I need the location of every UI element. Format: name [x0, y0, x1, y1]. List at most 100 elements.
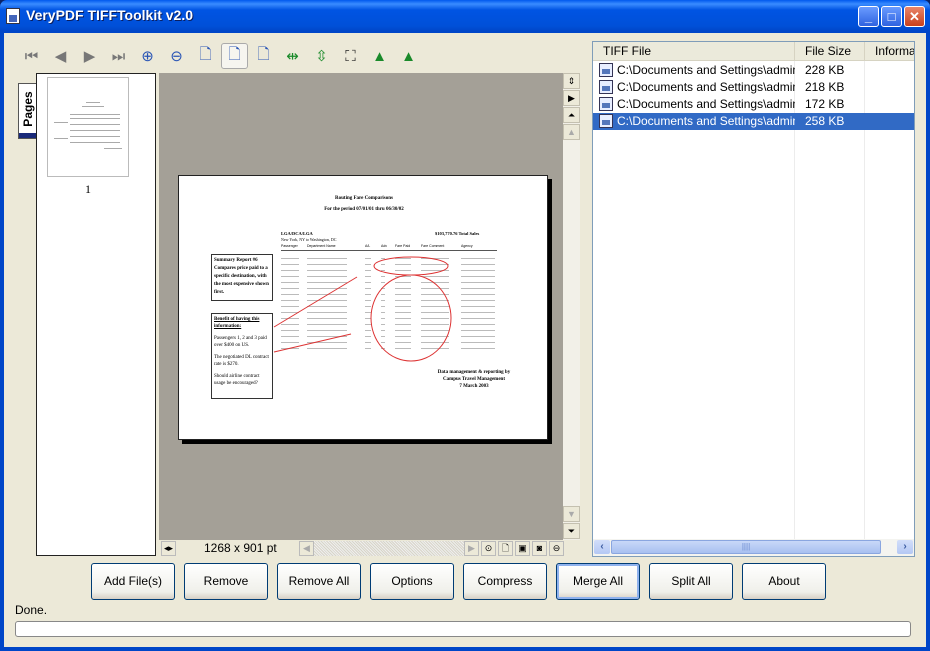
- client-area: ⏮ ◀ ▶ ⏭ ⊕ ⊖ 🗋 🗋 🗋 ⇹ ⇳ ⛶ ▲ ▲ Pages 1 Rout…: [4, 33, 926, 647]
- tiff-file-icon: [599, 97, 613, 111]
- app-icon: [6, 8, 20, 24]
- pages-tab-label: Pages: [21, 91, 35, 127]
- scroll-bottom-icon[interactable]: ⏷: [563, 523, 580, 539]
- flip-vertical-icon: ⇳: [315, 48, 328, 65]
- scroll-thumb[interactable]: ||||: [611, 540, 881, 554]
- actual-size-icon: 🗋: [199, 45, 212, 63]
- doc-footer: Data management & reporting by Campus Tr…: [419, 369, 529, 390]
- file-info: [865, 79, 914, 96]
- file-path: C:\Documents and Settings\admin...: [617, 80, 795, 94]
- file-list[interactable]: TIFF File File Size Informati C:\Documen…: [592, 41, 915, 557]
- tab-indicator: [19, 133, 36, 138]
- maximize-button[interactable]: □: [881, 6, 902, 27]
- action-buttons: Add File(s) Remove Remove All Options Compre…: [91, 563, 826, 600]
- viewer-toolbar: ⏮ ◀ ▶ ⏭ ⊕ ⊖ 🗋 🗋 🗋 ⇹ ⇳ ⛶ ▲ ▲: [18, 43, 422, 69]
- doc-annotations: [273, 256, 452, 362]
- compress-button[interactable]: Compress: [463, 563, 547, 600]
- viewer-vertical-scrollbar[interactable]: ⇕ ▶ ⏶ ▲ ▼ ⏷: [563, 73, 580, 540]
- file-path: C:\Documents and Settings\admin...: [617, 97, 795, 111]
- previous-page-button[interactable]: ◀: [47, 43, 74, 69]
- actual-size-small-icon[interactable]: 🗋: [498, 541, 513, 556]
- zoom-in-icon: ⊕: [141, 48, 154, 65]
- zoom-out-button[interactable]: ⊖: [163, 43, 190, 69]
- horizontal-scroll-track[interactable]: [314, 541, 464, 556]
- fit-page-button[interactable]: 🗋: [221, 43, 248, 69]
- scroll-up-icon[interactable]: ▲: [563, 124, 580, 140]
- zoom-out-small-icon[interactable]: ⊖: [549, 541, 564, 556]
- fit-page-small-icon[interactable]: ▣: [515, 541, 530, 556]
- last-page-icon: ⏭: [111, 47, 126, 65]
- close-button[interactable]: ✕: [904, 6, 925, 27]
- file-list-horizontal-scrollbar[interactable]: ‹ |||| ›: [593, 539, 914, 556]
- tiff-file-icon: [599, 80, 613, 94]
- title-bar[interactable]: VeryPDF TIFFToolkit v2.0 _ □ ✕: [0, 0, 930, 33]
- column-information[interactable]: Informati: [865, 42, 914, 61]
- flip-horizontal-icon: ⇹: [286, 48, 299, 65]
- scroll-left-icon[interactable]: ◀: [299, 541, 314, 556]
- file-list-header: TIFF File File Size Informati: [593, 42, 914, 61]
- file-list-row[interactable]: C:\Documents and Settings\admin... 258 KB: [593, 113, 914, 130]
- actual-size-button[interactable]: 🗋: [192, 43, 219, 69]
- previous-page-icon: ◀: [54, 48, 67, 65]
- doc-footer-line: Data management & reporting by: [437, 370, 511, 375]
- zoom-in-button[interactable]: ⊕: [134, 43, 161, 69]
- document-viewer[interactable]: Routing Fare Comparisons For the period …: [159, 73, 563, 540]
- next-page-button[interactable]: ▶: [76, 43, 103, 69]
- fit-width-icon: 🗋: [257, 45, 270, 63]
- document-page: Routing Fare Comparisons For the period …: [178, 175, 548, 440]
- fullscreen-button[interactable]: ⛶: [337, 43, 364, 69]
- pages-tab[interactable]: Pages: [18, 83, 36, 139]
- column-file-size[interactable]: File Size: [795, 42, 865, 61]
- scroll-top-icon[interactable]: ⏶: [563, 107, 580, 123]
- flip-vertical-button[interactable]: ⇳: [308, 43, 335, 69]
- window-title: VeryPDF TIFFToolkit v2.0: [26, 7, 194, 23]
- next-page-arrow-icon[interactable]: ▶: [563, 90, 580, 106]
- scroll-right-icon[interactable]: ▶: [464, 541, 479, 556]
- flip-horizontal-button[interactable]: ⇹: [279, 43, 306, 69]
- scroll-right-icon[interactable]: ›: [897, 540, 913, 554]
- rotate-left-button[interactable]: ▲: [366, 43, 393, 69]
- rotate-left-icon: ▲: [372, 47, 387, 65]
- scroll-down-icon[interactable]: ▼: [563, 506, 580, 522]
- scroll-both-icon[interactable]: ⇕: [563, 73, 580, 89]
- fit-width-button[interactable]: 🗋: [250, 43, 277, 69]
- scroll-left-icon[interactable]: ‹: [594, 540, 610, 554]
- doc-footer-line: Campus Travel Management: [442, 377, 506, 382]
- fullscreen-icon: ⛶: [345, 47, 356, 65]
- file-size: 228 KB: [805, 63, 845, 77]
- zoom-in-small-icon[interactable]: ⊙: [481, 541, 496, 556]
- file-info: [865, 96, 914, 113]
- progress-bar: [15, 621, 911, 637]
- first-page-button[interactable]: ⏮: [18, 43, 45, 69]
- file-size: 258 KB: [805, 114, 845, 128]
- file-info: [865, 62, 914, 79]
- page-thumbnail[interactable]: [47, 77, 129, 177]
- column-tiff-file[interactable]: TIFF File: [593, 42, 795, 61]
- thumbnail-panel: 1: [36, 73, 156, 556]
- file-list-row[interactable]: C:\Documents and Settings\admin... 172 KB: [593, 96, 914, 113]
- viewer-status-row: ◂▸ 1268 x 901 pt ◀ ▶ ⊙ 🗋 ▣ ◙ ⊖: [159, 540, 580, 557]
- minimize-button[interactable]: _: [858, 6, 879, 27]
- split-all-button[interactable]: Split All: [649, 563, 733, 600]
- next-page-icon: ▶: [83, 48, 96, 65]
- thumbnail-page-number: 1: [85, 182, 91, 196]
- fit-width-small-icon[interactable]: ◙: [532, 541, 547, 556]
- file-list-row[interactable]: C:\Documents and Settings\admin... 218 KB: [593, 79, 914, 96]
- rotate-right-button[interactable]: ▲: [395, 43, 422, 69]
- merge-all-button[interactable]: Merge All: [556, 563, 640, 600]
- remove-button[interactable]: Remove: [184, 563, 268, 600]
- app-window: VeryPDF TIFFToolkit v2.0 _ □ ✕ ⏮ ◀ ▶ ⏭ ⊕ ⊖ 🗋 🗋 🗋…: [0, 0, 930, 651]
- file-list-row[interactable]: C:\Documents and Settings\admin... 228 KB: [593, 62, 914, 79]
- file-path: C:\Documents and Settings\admin...: [617, 63, 795, 77]
- tiff-file-icon: [599, 63, 613, 77]
- split-handle-icon[interactable]: ◂▸: [161, 541, 176, 556]
- about-button[interactable]: About: [742, 563, 826, 600]
- file-size: 172 KB: [805, 97, 845, 111]
- options-button[interactable]: Options: [370, 563, 454, 600]
- remove-all-button[interactable]: Remove All: [277, 563, 361, 600]
- add-files-button[interactable]: Add File(s): [91, 563, 175, 600]
- file-path: C:\Documents and Settings\admin...: [617, 114, 795, 128]
- rotate-right-icon: ▲: [401, 47, 416, 65]
- page-dimensions: 1268 x 901 pt: [204, 541, 277, 555]
- last-page-button[interactable]: ⏭: [105, 43, 132, 69]
